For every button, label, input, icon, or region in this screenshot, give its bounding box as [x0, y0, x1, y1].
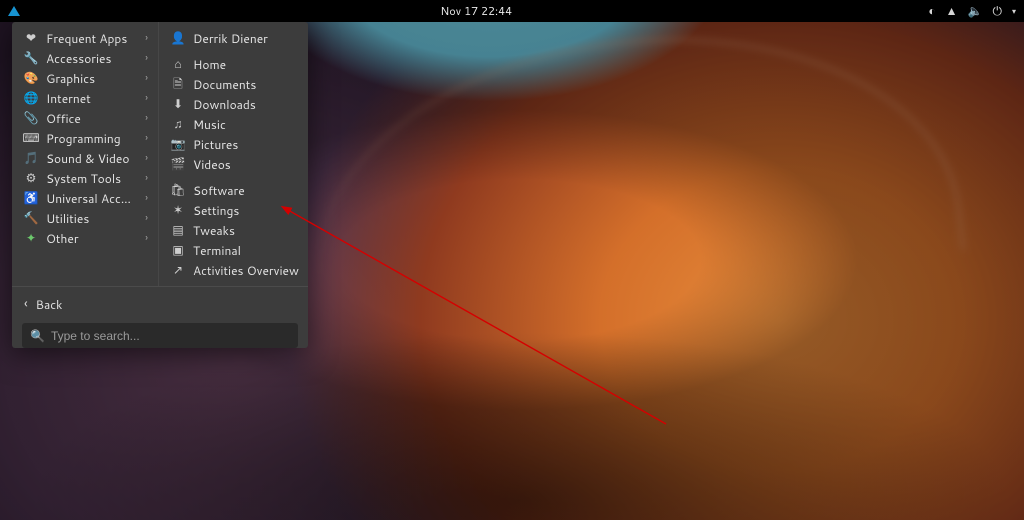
place-icon: 📷 [171, 137, 185, 151]
category-icon: 🔧 [24, 51, 38, 65]
tray-app-icon[interactable]: ◐ [928, 5, 935, 17]
place-icon: ♫ [171, 117, 185, 131]
category-item[interactable]: ♿ Universal Access › [12, 188, 158, 208]
system-item[interactable]: ↗ Activities Overview [159, 260, 308, 280]
category-item[interactable]: ❤ Frequent Apps › [12, 28, 158, 48]
place-label: Videos [193, 156, 299, 173]
user-name-label: Derrik Diener [193, 30, 299, 47]
category-icon: ✦ [24, 231, 38, 245]
place-item[interactable]: ⌂ Home [159, 54, 308, 74]
chevron-right-icon: › [145, 191, 148, 205]
chevron-right-icon: › [145, 171, 148, 185]
place-label: Home [193, 56, 299, 73]
chevron-right-icon: › [145, 31, 148, 45]
chevron-right-icon: › [145, 91, 148, 105]
place-item[interactable]: 📷 Pictures [159, 134, 308, 154]
system-icon: ▣ [171, 243, 185, 257]
category-item[interactable]: ✦ Other › [12, 228, 158, 248]
category-label: Internet [46, 90, 137, 107]
category-icon: 🔨 [24, 211, 38, 225]
place-label: Documents [193, 76, 299, 93]
system-label: Activities Overview [193, 262, 299, 279]
system-item[interactable]: ▣ Terminal [159, 240, 308, 260]
system-menu-chevron-icon[interactable]: ▾ [1012, 7, 1016, 15]
user-avatar-icon: 👤 [171, 31, 185, 45]
category-label: Programming [46, 130, 137, 147]
system-item[interactable]: 🛍 Software [159, 180, 308, 200]
category-item[interactable]: ⚙ System Tools › [12, 168, 158, 188]
place-icon: ⌂ [171, 57, 185, 71]
category-icon: ⌨ [24, 131, 38, 145]
system-item[interactable]: ✶ Settings [159, 200, 308, 220]
chevron-left-icon: ‹ [24, 295, 28, 313]
category-label: System Tools [46, 170, 137, 187]
category-label: Graphics [46, 70, 137, 87]
category-icon: ❤ [24, 31, 38, 45]
category-icon: 🌐 [24, 91, 38, 105]
system-icon: ✶ [171, 203, 185, 217]
category-item[interactable]: 🎵 Sound & Video › [12, 148, 158, 168]
power-menu-icon[interactable]: ⏻ [992, 5, 1002, 17]
system-label: Tweaks [193, 222, 299, 239]
category-icon: 📎 [24, 111, 38, 125]
category-item[interactable]: ⌨ Programming › [12, 128, 158, 148]
distro-logo-icon[interactable] [8, 6, 20, 16]
system-icon: ↗ [171, 263, 185, 277]
place-item[interactable]: 🗎 Documents [159, 74, 308, 94]
category-item[interactable]: 🌐 Internet › [12, 88, 158, 108]
category-label: Office [46, 110, 137, 127]
category-label: Universal Access [46, 190, 137, 207]
category-icon: ⚙ [24, 171, 38, 185]
category-item[interactable]: 🔧 Accessories › [12, 48, 158, 68]
search-input[interactable] [51, 329, 290, 343]
category-item[interactable]: 🎨 Graphics › [12, 68, 158, 88]
chevron-right-icon: › [145, 71, 148, 85]
place-item[interactable]: 🎬 Videos [159, 154, 308, 174]
place-label: Downloads [193, 96, 299, 113]
category-item[interactable]: 🔨 Utilities › [12, 208, 158, 228]
user-header[interactable]: 👤 Derrik Diener [159, 28, 308, 48]
chevron-right-icon: › [145, 211, 148, 225]
chevron-right-icon: › [145, 111, 148, 125]
system-label: Terminal [193, 242, 299, 259]
application-menu: ❤ Frequent Apps › 🔧 Accessories › 🎨 Graphics › 🌐 I… [12, 22, 308, 348]
place-item[interactable]: ⬇ Downloads [159, 94, 308, 114]
category-label: Accessories [46, 50, 137, 67]
category-label: Sound & Video [46, 150, 137, 167]
place-icon: 🗎 [171, 77, 185, 91]
chevron-right-icon: › [145, 51, 148, 65]
category-label: Frequent Apps [46, 30, 137, 47]
search-input-wrapper[interactable]: 🔍 [22, 323, 298, 348]
category-icon: 🎵 [24, 151, 38, 165]
system-icon: 🛍 [171, 183, 185, 197]
top-panel: Nov 17 22:44 ◐ ▲ 🔈 ⏻ ▾ [0, 0, 1024, 22]
search-icon: 🔍 [30, 327, 45, 344]
system-label: Settings [193, 202, 299, 219]
place-label: Music [193, 116, 299, 133]
places-pane: 👤 Derrik Diener ⌂ Home 🗎 Documents ⬇ Download… [158, 22, 308, 286]
back-button[interactable]: ‹ Back [22, 293, 298, 317]
back-label: Back [36, 296, 63, 313]
chevron-right-icon: › [145, 151, 148, 165]
network-icon[interactable]: ▲ [946, 5, 958, 17]
category-icon: ♿ [24, 191, 38, 205]
place-item[interactable]: ♫ Music [159, 114, 308, 134]
category-icon: 🎨 [24, 71, 38, 85]
place-icon: ⬇ [171, 97, 185, 111]
category-label: Other [46, 230, 137, 247]
system-item[interactable]: ▤ Tweaks [159, 220, 308, 240]
category-item[interactable]: 📎 Office › [12, 108, 158, 128]
place-icon: 🎬 [171, 157, 185, 171]
category-label: Utilities [46, 210, 137, 227]
chevron-right-icon: › [145, 231, 148, 245]
place-label: Pictures [193, 136, 299, 153]
system-icon: ▤ [171, 223, 185, 237]
volume-icon[interactable]: 🔈 [968, 5, 983, 17]
chevron-right-icon: › [145, 131, 148, 145]
panel-clock[interactable]: Nov 17 22:44 [32, 3, 920, 19]
category-pane: ❤ Frequent Apps › 🔧 Accessories › 🎨 Graphics › 🌐 I… [12, 22, 158, 286]
system-label: Software [193, 182, 299, 199]
